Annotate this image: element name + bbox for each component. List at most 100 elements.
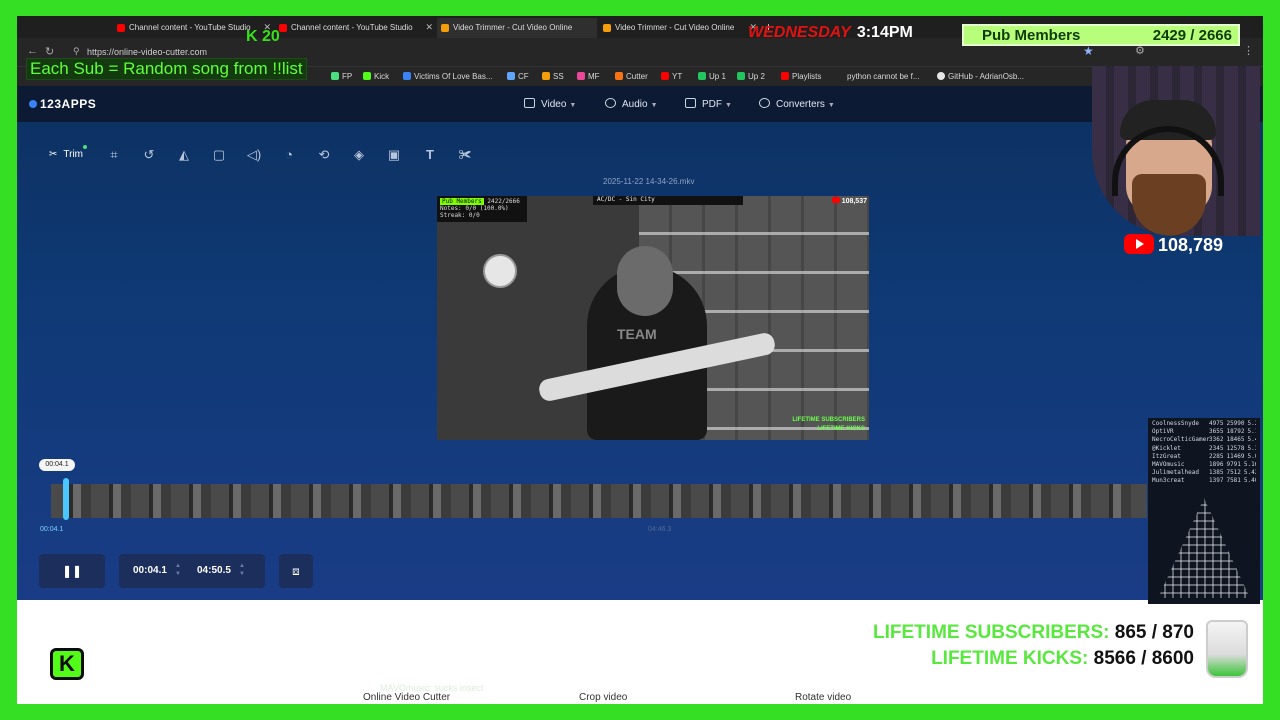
chevron-down-icon: ▼ [725, 102, 732, 109]
leaderboard-cell: 5.14 [1247, 428, 1256, 436]
refresh-icon [759, 98, 770, 108]
speed-icon[interactable]: ◔ [278, 144, 300, 166]
text-icon[interactable]: T [419, 144, 441, 166]
shirt-text: TEAM [617, 326, 657, 342]
resize-icon[interactable]: ▢ [208, 144, 230, 166]
leaderboard-panel: CoolnessSnyde 4975259905.27 OptiVR 36551879… [1148, 418, 1260, 604]
bookmark-cf[interactable]: CF [507, 72, 529, 81]
start-stepper-icon[interactable]: ▲ ▼ [175, 562, 181, 578]
flip-icon[interactable]: ◭ [173, 144, 195, 166]
lifetime-subscribers: LIFETIME SUBSCRIBERS: 865 / 870 [873, 622, 1194, 643]
timeline-end-time: 04:46.3 [648, 526, 672, 533]
cut-icon[interactable]: ✀ [454, 144, 476, 166]
wall-clock [483, 254, 517, 288]
leaderboard-cell: 2345 [1209, 444, 1224, 452]
leaderboard-cell: 1896 [1209, 460, 1224, 468]
back-icon[interactable]: ← [27, 45, 38, 57]
pause-button[interactable]: ❚❚ [39, 554, 105, 588]
reload-icon[interactable]: ↻ [45, 45, 54, 58]
leaderboard-row: CoolnessSnyde 4975259905.27 [1152, 420, 1256, 428]
bookmark-python[interactable]: python cannot be f... [847, 72, 920, 81]
app-header: 123APPS Video ▼ Audio ▼ PDF ▼ Converters ▼ [17, 86, 1263, 122]
leaderboard-cell: ItzGreat [1152, 452, 1181, 460]
bookmark-ss[interactable]: SS [542, 72, 564, 81]
playhead-time: 00:04.1 [39, 459, 75, 471]
kick-icon [363, 72, 371, 80]
range-end-input[interactable]: 04:50.5 [197, 565, 231, 576]
youtube-subscriber-count: 108,789 [1124, 234, 1223, 260]
leaderboard-rows: CoolnessSnyde 4975259905.27 OptiVR 36551879… [1152, 420, 1256, 486]
youtube-icon [831, 197, 840, 203]
url-field[interactable]: https://online-video-cutter.com [87, 47, 207, 57]
split-button[interactable]: ⧈ [279, 554, 313, 588]
bookmark-up1[interactable]: Up 1 [698, 72, 726, 81]
app-logo[interactable]: 123APPS [29, 97, 96, 111]
bookmark-victims-of-love[interactable]: Victims Of Love Bas... [403, 72, 493, 81]
logo-icon [29, 100, 37, 108]
leaderboard-cell: 1385 [1209, 469, 1224, 477]
leaderboard-cell: 5.42 [1243, 469, 1256, 477]
leaderboard-row: Julimetalhead 138575125.42 [1152, 469, 1256, 477]
bookmark-fp[interactable]: FP [331, 72, 352, 81]
rotate-icon[interactable]: ↺ [138, 144, 160, 166]
bookmark-up2[interactable]: Up 2 [737, 72, 765, 81]
leaderboard-cell: CoolnessSnyde [1152, 420, 1199, 427]
stabilize-icon[interactable]: ◈ [348, 144, 370, 166]
leaderboard-cell: 7512 [1226, 469, 1241, 477]
tab-title: Video Trimmer - Cut Video Online [615, 23, 735, 32]
lifetime-milestones: LIFETIME SUBSCRIBERS: 865 / 870 LIFETIME… [832, 622, 1194, 674]
scissors-icon: ✂ [49, 149, 58, 160]
close-tab-icon[interactable]: ✕ [425, 22, 433, 33]
bookmark-github[interactable]: GitHub - AdrianOsb... [937, 72, 1024, 81]
bookmark-star-icon[interactable]: ★ [1083, 44, 1094, 58]
bookmark-playlists[interactable]: Playlists [781, 72, 821, 81]
github-icon [937, 72, 945, 80]
bookmark-mf[interactable]: MF [577, 72, 600, 81]
split-icon: ⧈ [292, 564, 300, 578]
nav-pdf[interactable]: PDF ▼ [685, 98, 732, 110]
timeline-start-time: 00:04.1 [40, 526, 64, 533]
cutter-icon [441, 24, 449, 32]
nav-converters[interactable]: Converters ▼ [759, 98, 835, 110]
leaderboard-cell: 18792 [1226, 428, 1245, 436]
site-info-icon[interactable]: ⚲ [73, 46, 80, 57]
volume-icon[interactable]: ◁) [243, 144, 265, 166]
range-start-input[interactable]: 00:04.1 [133, 565, 167, 576]
leaderboard-cell: @Kicklet [1152, 444, 1181, 452]
leaderboard-cell: 5.08 [1247, 452, 1256, 460]
playhead-handle[interactable] [63, 478, 70, 520]
bookmark-icon [577, 72, 585, 80]
bookmark-icon [542, 72, 550, 80]
nav-audio[interactable]: Audio ▼ [605, 98, 658, 110]
tab-youtube-studio-2[interactable]: Channel content - YouTube Studio ✕ [275, 18, 435, 38]
leaderboard-cell: 5.49 [1247, 436, 1256, 444]
file-name: 2025-11-22 14-34-26.mkv [603, 177, 695, 186]
lifetime-kicks: LIFETIME KICKS: 8566 / 8600 [931, 648, 1194, 669]
bookmark-cutter[interactable]: Cutter [615, 72, 648, 81]
cutter-icon [603, 24, 611, 32]
video-preview[interactable]: TEAM Pub Members 2422/2666 Notes: 0/0 (1… [437, 196, 869, 440]
kick-icon: K [246, 28, 258, 45]
nav-video[interactable]: Video ▼ [524, 98, 576, 110]
loop-icon[interactable]: ⟲ [313, 144, 335, 166]
bookmark-icon [403, 72, 411, 80]
tab-video-trimmer-1[interactable]: Video Trimmer - Cut Video Online [437, 18, 597, 38]
leaderboard-row: NecroCelticGamer3362184655.49 [1152, 436, 1256, 444]
timeline-strip[interactable] [51, 484, 1147, 518]
crop-icon[interactable]: ⌗ [103, 144, 125, 166]
bookmark-icon [507, 72, 515, 80]
song-title: AC/DC - Sin City [593, 196, 743, 205]
bookmark-yt[interactable]: YT [661, 72, 682, 81]
trim-tool-button[interactable]: ✂ Trim [49, 144, 88, 166]
end-stepper-icon[interactable]: ▲ ▼ [239, 562, 245, 578]
tab-video-trimmer-2[interactable]: Video Trimmer - Cut Video Online ✕ [599, 18, 759, 38]
tab-title: Channel content - YouTube Studio [291, 23, 413, 32]
leaderboard-row: ItzGreat 2285114695.08 [1152, 453, 1256, 461]
leaderboard-row: @Kicklet 2345125785.36 [1152, 445, 1256, 453]
leaderboard-cell: 12578 [1226, 444, 1245, 452]
image-icon[interactable]: ▣ [383, 144, 405, 166]
leaderboard-cell: 25990 [1226, 420, 1245, 427]
bookmark-kick[interactable]: Kick [363, 72, 389, 81]
menu-icon[interactable]: ⋮ [1243, 44, 1254, 57]
video-icon [524, 98, 535, 108]
